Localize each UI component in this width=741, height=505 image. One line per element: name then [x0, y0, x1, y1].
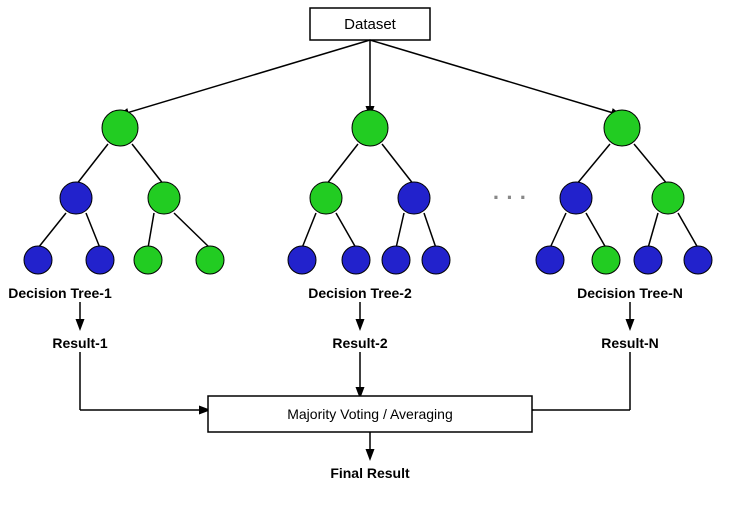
- dataset-label: Dataset: [344, 16, 397, 33]
- tree2-label: Decision Tree-2: [308, 285, 412, 301]
- dots: · · ·: [493, 185, 527, 210]
- result1-label: Result-1: [52, 335, 107, 351]
- tree1-label: Decision Tree-1: [8, 285, 112, 301]
- random-forest-diagram: Dataset Decision Tree-1 Result-1: [0, 0, 741, 502]
- result2-label: Result-2: [332, 335, 387, 351]
- voting-label: Majority Voting / Averaging: [287, 406, 453, 422]
- final-result-label: Final Result: [330, 465, 410, 481]
- resultN-label: Result-N: [601, 335, 659, 351]
- treeN-label: Decision Tree-N: [577, 285, 683, 301]
